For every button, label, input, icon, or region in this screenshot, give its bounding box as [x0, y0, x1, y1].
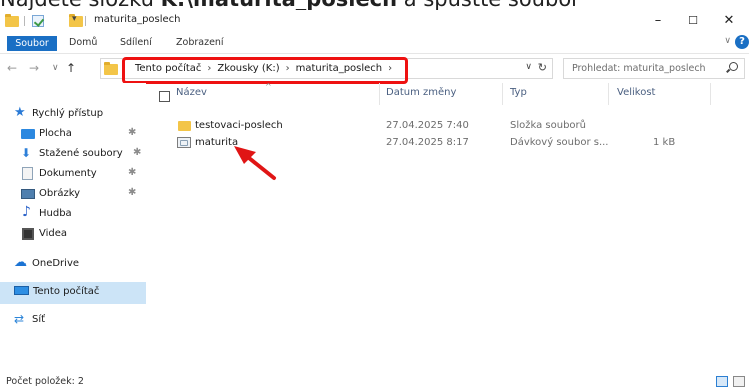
minimize-button[interactable]: – [640, 10, 676, 32]
help-icon[interactable]: ? [735, 35, 749, 49]
up-button[interactable]: ↑ [66, 61, 76, 75]
quick-access-dropdown-icon[interactable]: ▾ [72, 14, 77, 24]
refresh-icon[interactable]: ↻ [538, 61, 547, 74]
window-title: maturita_poslech [94, 14, 181, 25]
pictures-icon [21, 189, 35, 199]
column-divider[interactable] [710, 83, 711, 105]
sidebar-item-this-pc[interactable]: Tento počítač [0, 282, 146, 304]
item-count: Počet položek: 2 [6, 376, 84, 387]
pointer-arrow-icon [234, 146, 276, 180]
folder-icon [104, 62, 118, 75]
sidebar-item-label: Rychlý přístup [32, 108, 104, 119]
batch-file-icon [177, 137, 191, 148]
forward-button[interactable]: → [29, 61, 39, 75]
path-highlight-box [122, 57, 408, 84]
sidebar-item-label: Tento počítač [33, 286, 100, 297]
instruction-caption: Najděte složku K:\maturita_poslech a spu… [0, 0, 749, 10]
sidebar-item-label: Plocha [39, 128, 72, 139]
sidebar-item-label: Hudba [39, 208, 72, 219]
network-icon: ⇄ [14, 312, 25, 326]
column-header-date[interactable]: Datum změny [386, 87, 456, 98]
sidebar-item-videos[interactable]: Videa [0, 225, 146, 245]
expand-ribbon-icon[interactable]: ∨ [724, 36, 731, 46]
sidebar-item-onedrive[interactable]: ☁ OneDrive [0, 255, 146, 275]
sidebar-item-label: Obrázky [39, 188, 81, 199]
ribbon-tabs: Soubor Domů Sdílení Zobrazení ∨ ? [0, 32, 749, 53]
sidebar-item-downloads[interactable]: ⬇ Stažené soubory ✱ [0, 145, 146, 165]
file-type: Složka souborů [510, 120, 586, 131]
pin-icon[interactable]: ✱ [128, 127, 136, 138]
sidebar-item-label: Síť [32, 314, 46, 325]
folder-icon [178, 121, 191, 131]
search-icon [729, 62, 738, 71]
file-list: ^ Název Datum změny Typ Velikost testova… [148, 82, 749, 373]
music-icon: ♪ [22, 204, 31, 220]
video-icon [22, 228, 34, 240]
navigation-pane: ★ Rychlý přístup Plocha ✱ ⬇ Stažené soub… [0, 83, 146, 373]
computer-icon [14, 286, 29, 295]
back-button[interactable]: ← [7, 61, 17, 75]
sidebar-item-pictures[interactable]: Obrázky ✱ [0, 185, 146, 205]
maximize-button[interactable]: ☐ [675, 10, 711, 32]
tab-home[interactable]: Domů [69, 35, 97, 51]
address-dropdown-icon[interactable]: ∨ [525, 62, 532, 72]
sidebar-item-label: Dokumenty [39, 168, 97, 179]
pin-icon[interactable]: ✱ [133, 147, 141, 158]
close-button[interactable]: ✕ [711, 10, 747, 32]
tab-share[interactable]: Sdílení [120, 35, 152, 51]
sidebar-item-network[interactable]: ⇄ Síť [0, 311, 146, 331]
file-type: Dávkový soubor s... [510, 137, 609, 148]
column-header-size[interactable]: Velikost [617, 87, 655, 98]
column-divider[interactable] [608, 83, 609, 105]
title-bar: ▾ maturita_poslech – ☐ ✕ [0, 10, 749, 32]
sidebar-item-label: OneDrive [32, 258, 80, 269]
sidebar-item-label: Stažené soubory [39, 148, 123, 159]
sidebar-item-quick-access[interactable]: ★ Rychlý přístup [0, 105, 146, 125]
properties-icon[interactable] [32, 15, 44, 27]
tab-file[interactable]: Soubor [7, 36, 57, 51]
pin-icon[interactable]: ✱ [128, 167, 136, 178]
column-divider[interactable] [379, 83, 380, 105]
search-box[interactable]: Prohledat: maturita_poslech [563, 58, 745, 79]
file-date: 27.04.2025 7:40 [386, 120, 469, 131]
tab-view[interactable]: Zobrazení [176, 35, 224, 51]
separator [24, 16, 25, 26]
large-icons-view-icon[interactable] [733, 376, 745, 387]
file-size: 1 kB [653, 137, 676, 148]
sidebar-item-music[interactable]: ♪ Hudba [0, 204, 146, 225]
sort-ascending-icon: ^ [265, 82, 272, 91]
sidebar-item-documents[interactable]: Dokumenty ✱ [0, 165, 146, 185]
pin-icon[interactable]: ✱ [128, 187, 136, 198]
column-header-name[interactable]: Název [176, 87, 207, 98]
column-divider[interactable] [502, 83, 503, 105]
desktop-icon [21, 129, 35, 139]
column-header-type[interactable]: Typ [510, 87, 527, 98]
sidebar-item-label: Videa [39, 228, 68, 239]
star-icon: ★ [14, 105, 26, 120]
status-bar: Počet položek: 2 [0, 373, 749, 389]
file-date: 27.04.2025 8:17 [386, 137, 469, 148]
cloud-icon: ☁ [14, 255, 27, 270]
search-placeholder: Prohledat: maturita_poslech [572, 63, 706, 74]
separator [85, 16, 86, 26]
download-icon: ⬇ [21, 146, 32, 160]
sidebar-item-desktop[interactable]: Plocha ✱ [0, 125, 146, 145]
documents-icon [22, 167, 33, 180]
select-all-checkbox[interactable] [159, 91, 170, 102]
folder-icon [5, 14, 19, 27]
details-view-icon[interactable] [716, 376, 728, 387]
recent-locations-icon[interactable]: ∨ [52, 63, 59, 73]
